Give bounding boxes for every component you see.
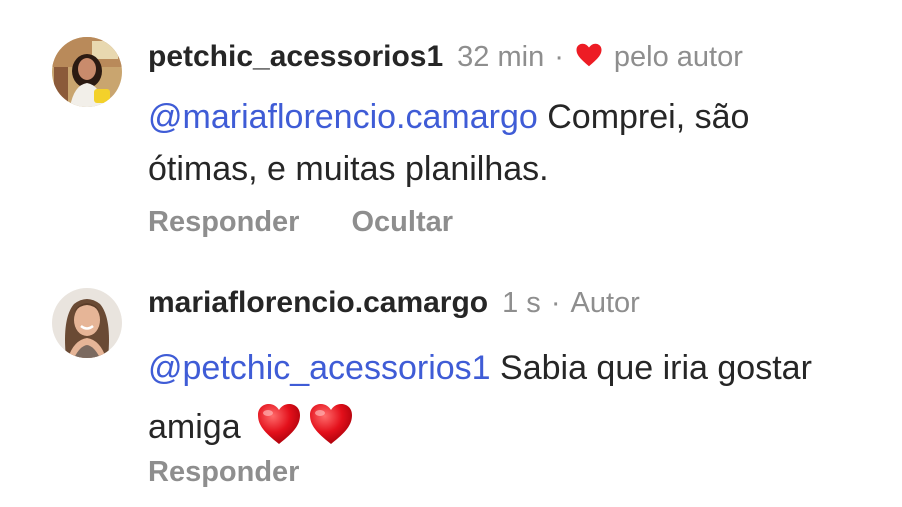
- comment-header: mariaflorencio.camargo 1 s · Autor: [148, 286, 640, 330]
- red-heart-icon: [256, 402, 302, 446]
- comment-body: @mariaflorencio.camargo Comprei, são óti…: [148, 91, 868, 195]
- avatar[interactable]: [52, 288, 122, 358]
- hide-button[interactable]: Ocultar: [351, 206, 453, 239]
- separator-dot: ·: [554, 41, 564, 73]
- comment-item: mariaflorencio.camargo 1 s · Autor @petc…: [0, 250, 902, 507]
- timestamp: 1 s: [502, 287, 541, 319]
- mention-link[interactable]: @mariaflorencio.camargo: [148, 98, 538, 136]
- liked-by-author-label: pelo autor: [613, 41, 743, 73]
- comment-actions: Responder Ocultar: [148, 206, 453, 239]
- red-heart-icon: [308, 402, 354, 446]
- timestamp: 32 min: [457, 41, 545, 73]
- heart-icon: [574, 40, 604, 70]
- username[interactable]: mariaflorencio.camargo: [148, 286, 488, 320]
- comment-item: petchic_acessorios1 32 min · pelo autor …: [0, 0, 902, 250]
- mention-link[interactable]: @petchic_acessorios1: [148, 349, 491, 387]
- reply-button[interactable]: Responder: [148, 456, 299, 489]
- avatar-image: [52, 288, 122, 358]
- separator-dot: ·: [550, 287, 561, 319]
- comment-actions: Responder: [148, 456, 299, 489]
- author-badge: Autor: [570, 287, 640, 319]
- avatar-image: [52, 37, 122, 107]
- reply-button[interactable]: Responder: [148, 206, 299, 239]
- comment-header: petchic_acessorios1 32 min · pelo autor: [148, 36, 743, 80]
- username[interactable]: petchic_acessorios1: [148, 40, 443, 74]
- comment-body: @petchic_acessorios1 Sabia que iria gost…: [148, 342, 868, 453]
- avatar[interactable]: [52, 37, 122, 107]
